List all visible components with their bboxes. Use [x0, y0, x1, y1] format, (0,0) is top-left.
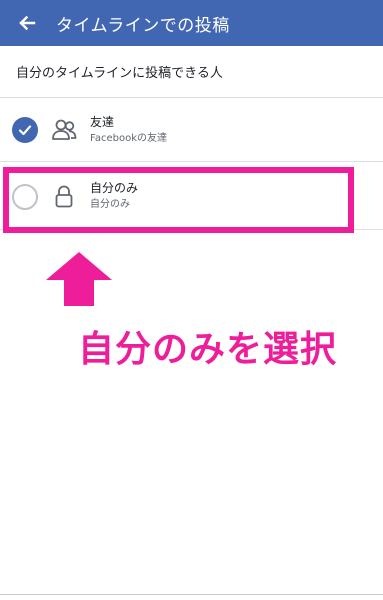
up-arrow-icon [46, 252, 112, 306]
option-title: 自分のみ [90, 181, 139, 195]
option-title: 友達 [90, 115, 115, 129]
option-subtitle: Facebookの友達 [90, 133, 167, 144]
divider [0, 594, 383, 595]
section-header: 自分のタイムラインに投稿できる人 [0, 46, 383, 98]
radio-selected[interactable] [12, 117, 38, 143]
lock-icon [55, 185, 73, 208]
option-only-me[interactable]: 自分のみ 自分のみ [0, 162, 383, 230]
checkmark-icon [18, 125, 32, 136]
friends-icon [52, 119, 77, 140]
radio-unselected[interactable] [12, 184, 38, 210]
back-button[interactable] [4, 0, 50, 46]
page-title: タイムラインでの投稿 [56, 15, 230, 36]
option-subtitle: 自分のみ [90, 199, 130, 210]
option-friends[interactable]: 友達 Facebookの友達 [0, 98, 383, 162]
instruction-text: 自分のみを選択 [78, 329, 338, 370]
app-bar: タイムラインでの投稿 [0, 0, 383, 46]
arrow-left-icon [19, 15, 36, 31]
option-texts: 自分のみ 自分のみ [90, 180, 138, 212]
option-texts: 友達 Facebookの友達 [90, 114, 167, 146]
